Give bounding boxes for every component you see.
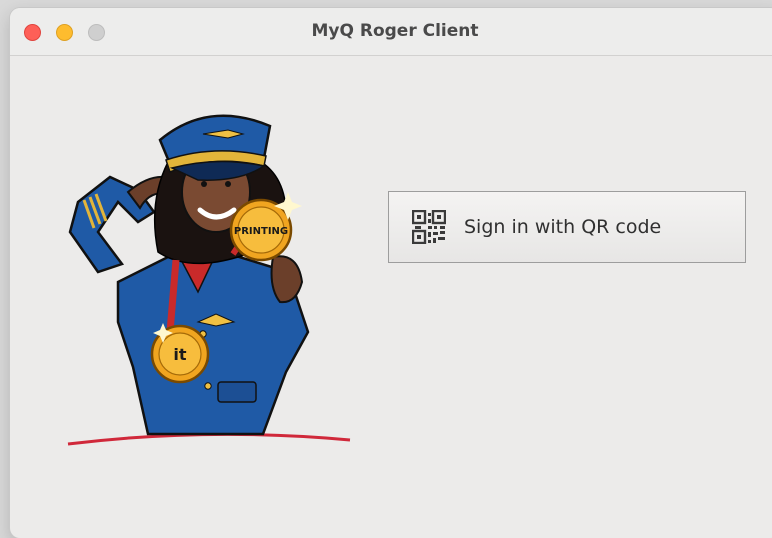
window-title: MyQ Roger Client (311, 21, 479, 41)
qr-button-label: Sign in with QR code (464, 216, 662, 238)
sign-in-with-qr-code-button[interactable]: Sign in with QR code (388, 191, 746, 263)
main-content: PRINTING it Sign in with QR code (10, 56, 772, 538)
qr-code-icon (412, 210, 446, 244)
title-bar[interactable]: MyQ Roger Client (10, 8, 772, 56)
medal-top-text: PRINTING (234, 226, 288, 237)
pilot-mascot-illustration: PRINTING it (67, 114, 351, 446)
app-window: MyQ Roger Client PRINTING it Sign in wit… (10, 8, 772, 538)
medal-bottom-text: it (173, 345, 186, 364)
